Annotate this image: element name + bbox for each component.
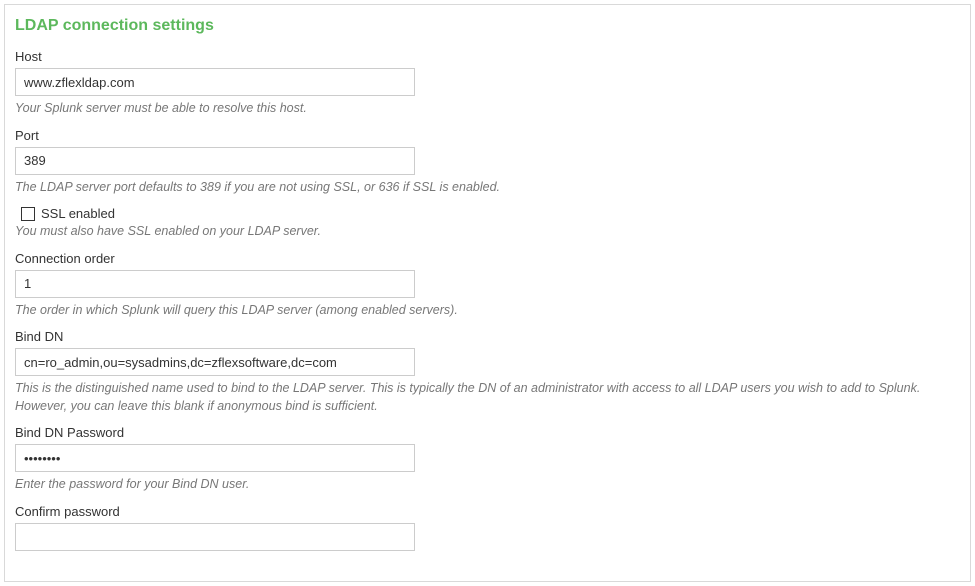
port-help: The LDAP server port defaults to 389 if …	[15, 179, 960, 197]
bind-dn-help: This is the distinguished name used to b…	[15, 380, 960, 415]
host-help: Your Splunk server must be able to resol…	[15, 100, 960, 118]
panel-title: LDAP connection settings	[15, 17, 960, 35]
host-input[interactable]	[15, 68, 415, 96]
ssl-checkbox-row: SSL enabled	[21, 206, 960, 221]
ssl-checkbox-label[interactable]: SSL enabled	[41, 206, 115, 221]
connection-order-help: The order in which Splunk will query thi…	[15, 302, 960, 320]
confirm-password-input[interactable]	[15, 523, 415, 551]
ssl-field-group: SSL enabled You must also have SSL enabl…	[15, 206, 960, 241]
connection-order-input[interactable]	[15, 270, 415, 298]
ssl-checkbox[interactable]	[21, 207, 35, 221]
port-label: Port	[15, 128, 960, 143]
bind-dn-label: Bind DN	[15, 329, 960, 344]
bind-dn-field-group: Bind DN This is the distinguished name u…	[15, 329, 960, 415]
host-field-group: Host Your Splunk server must be able to …	[15, 49, 960, 118]
bind-dn-input[interactable]	[15, 348, 415, 376]
bind-dn-password-help: Enter the password for your Bind DN user…	[15, 476, 960, 494]
confirm-password-label: Confirm password	[15, 504, 960, 519]
confirm-password-field-group: Confirm password	[15, 504, 960, 551]
connection-order-field-group: Connection order The order in which Splu…	[15, 251, 960, 320]
ssl-help: You must also have SSL enabled on your L…	[15, 223, 960, 241]
bind-dn-password-field-group: Bind DN Password Enter the password for …	[15, 425, 960, 494]
host-label: Host	[15, 49, 960, 64]
port-field-group: Port The LDAP server port defaults to 38…	[15, 128, 960, 197]
connection-order-label: Connection order	[15, 251, 960, 266]
bind-dn-password-label: Bind DN Password	[15, 425, 960, 440]
bind-dn-password-input[interactable]	[15, 444, 415, 472]
ldap-settings-panel: LDAP connection settings Host Your Splun…	[4, 4, 971, 582]
port-input[interactable]	[15, 147, 415, 175]
